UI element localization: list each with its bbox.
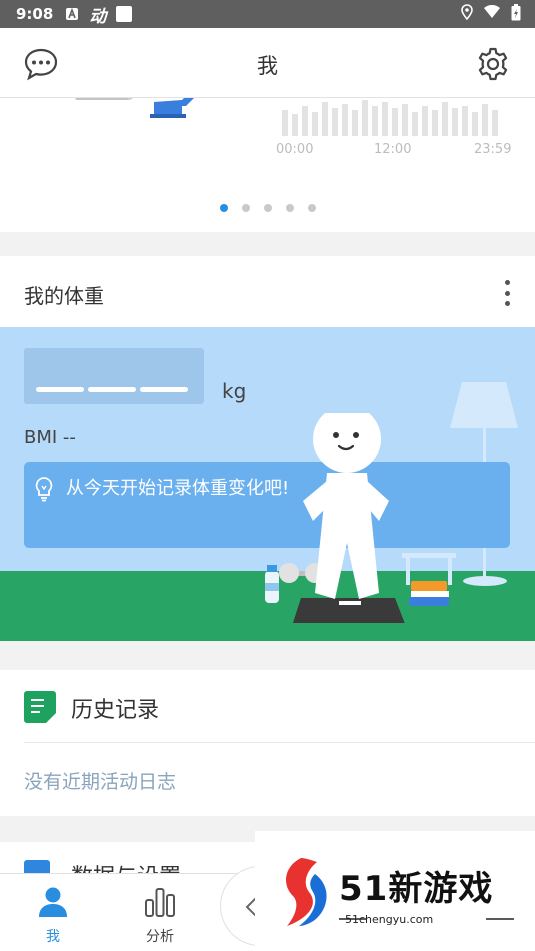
- activity-bar: [302, 106, 308, 136]
- activity-bar: [282, 110, 288, 136]
- weight-unit: kg: [222, 379, 247, 403]
- weight-card[interactable]: 我的体重 kg BMI -- 从今天开始记录体重变化吧!: [0, 256, 535, 641]
- watermark-logo: [286, 858, 327, 926]
- activity-bar: [382, 102, 388, 136]
- summary-carousel[interactable]: 00:00 12:00 23:59: [0, 98, 535, 232]
- activity-bar: [372, 106, 378, 136]
- activity-bar: [452, 108, 458, 136]
- carousel-dot[interactable]: [263, 204, 272, 212]
- activity-bar: [482, 104, 488, 136]
- status-time: 9:08: [16, 5, 54, 23]
- carousel-dot[interactable]: [219, 204, 228, 212]
- character-illustration: [265, 413, 449, 623]
- tick-mid: 12:00: [374, 142, 412, 157]
- history-empty-text: 没有近期活动日志: [24, 771, 177, 793]
- lightbulb-icon: [35, 477, 53, 502]
- carousel-dot[interactable]: [307, 204, 316, 212]
- activity-bar: [472, 112, 478, 136]
- activity-bar: [312, 112, 318, 136]
- activity-bar: [332, 108, 338, 136]
- activity-bar: [442, 102, 448, 136]
- divider: [24, 742, 535, 743]
- app-notification-text: 动: [89, 6, 107, 27]
- bar-chart-icon: [145, 888, 175, 917]
- more-dot: [504, 280, 510, 285]
- wifi-icon: [483, 4, 501, 23]
- nav-item-me[interactable]: 我: [18, 874, 88, 951]
- activity-bar: [412, 112, 418, 136]
- page-title: 我: [257, 54, 278, 78]
- history-card[interactable]: 历史记录 没有近期活动日志: [0, 670, 535, 816]
- activity-bar: [492, 110, 498, 136]
- weight-placeholder-dash: [140, 387, 188, 392]
- activity-bar: [462, 106, 468, 136]
- watermark: 51新游戏 51chengyu.com: [255, 831, 535, 951]
- battery-icon: [511, 3, 521, 25]
- weight-scene: kg BMI -- 从今天开始记录体重变化吧!: [0, 327, 535, 641]
- activity-bar: [352, 110, 358, 136]
- activity-bar: [342, 104, 348, 136]
- notification-square-icon: [116, 6, 133, 22]
- activity-bar: [322, 102, 328, 136]
- nav-label-me: 我: [46, 929, 60, 945]
- more-dot: [504, 290, 510, 296]
- weight-value-box[interactable]: [24, 348, 204, 404]
- carousel-page-indicator[interactable]: [0, 204, 535, 212]
- activity-bar: [392, 108, 398, 136]
- history-document-icon: [24, 691, 56, 723]
- watermark-main-text: 51新游戏: [339, 869, 494, 909]
- carousel-dot[interactable]: [285, 204, 294, 212]
- weight-placeholder-dash: [36, 387, 84, 392]
- activity-bar: [402, 104, 408, 136]
- person-icon: [39, 887, 67, 917]
- weight-placeholder-dash: [88, 387, 136, 392]
- activity-bar: [292, 114, 298, 136]
- watermark-sub-text: 51chengyu.com: [345, 913, 434, 926]
- app-header: 我: [0, 28, 535, 98]
- activity-bar: [362, 100, 368, 136]
- location-icon: [461, 4, 473, 24]
- bmi-value: BMI --: [24, 427, 76, 448]
- nav-item-analysis[interactable]: 分析: [125, 874, 195, 951]
- activity-bar: [432, 110, 438, 136]
- history-title: 历史记录: [71, 698, 160, 723]
- gear-icon: [478, 47, 508, 81]
- tick-end: 23:59: [474, 142, 512, 157]
- more-options-button[interactable]: [499, 278, 515, 308]
- carousel-dot[interactable]: [241, 204, 250, 212]
- tick-start: 00:00: [276, 142, 314, 157]
- app-notification-icon: [65, 7, 79, 21]
- more-dot: [504, 301, 510, 306]
- nav-label-analysis: 分析: [146, 929, 174, 945]
- status-bar: 9:08 动: [0, 0, 535, 28]
- settings-button[interactable]: [473, 44, 513, 84]
- activity-illustration: [75, 98, 194, 118]
- activity-bars-chart: [282, 100, 498, 136]
- weight-card-title: 我的体重: [24, 284, 104, 308]
- activity-bar: [422, 106, 428, 136]
